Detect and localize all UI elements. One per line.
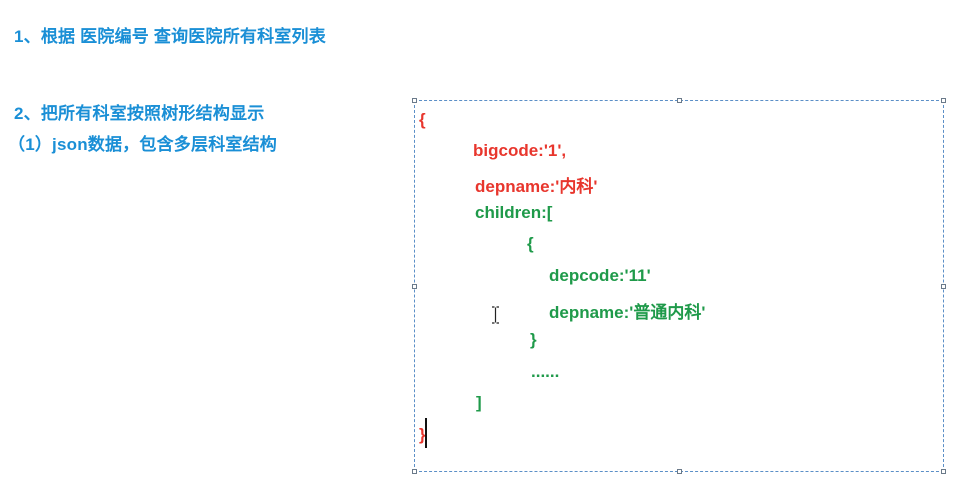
- code-inner-open-brace: {: [527, 234, 534, 253]
- resize-handle-top-right[interactable]: [941, 98, 946, 103]
- resize-handle-bottom-left[interactable]: [412, 469, 417, 474]
- heading-json-data: （1）json数据，包含多层科室结构: [8, 135, 278, 154]
- code-depcode: depcode:'11': [549, 266, 651, 285]
- code-open-brace: {: [419, 110, 426, 129]
- code-children-open: children:[: [475, 203, 553, 222]
- resize-handle-bottom-center[interactable]: [677, 469, 682, 474]
- code-bigcode: bigcode:'1',: [473, 141, 567, 160]
- resize-handle-middle-right[interactable]: [941, 284, 946, 289]
- resize-handle-middle-left[interactable]: [412, 284, 417, 289]
- text-cursor-icon: [492, 306, 499, 324]
- heading-tree-structure: 2、把所有科室按照树形结构显示: [14, 104, 265, 123]
- resize-handle-top-left[interactable]: [412, 98, 417, 103]
- resize-handle-bottom-right[interactable]: [941, 469, 946, 474]
- code-inner-close-brace: }: [530, 330, 537, 349]
- text-caret: [425, 418, 427, 448]
- code-inner-depname: depname:'普通内科': [549, 303, 706, 322]
- code-ellipsis: ......: [531, 362, 560, 381]
- resize-handle-top-center[interactable]: [677, 98, 682, 103]
- code-depname: depname:'内科': [475, 177, 598, 196]
- heading-query-departments: 1、根据 医院编号 查询医院所有科室列表: [14, 27, 326, 46]
- code-children-close: ]: [476, 393, 482, 412]
